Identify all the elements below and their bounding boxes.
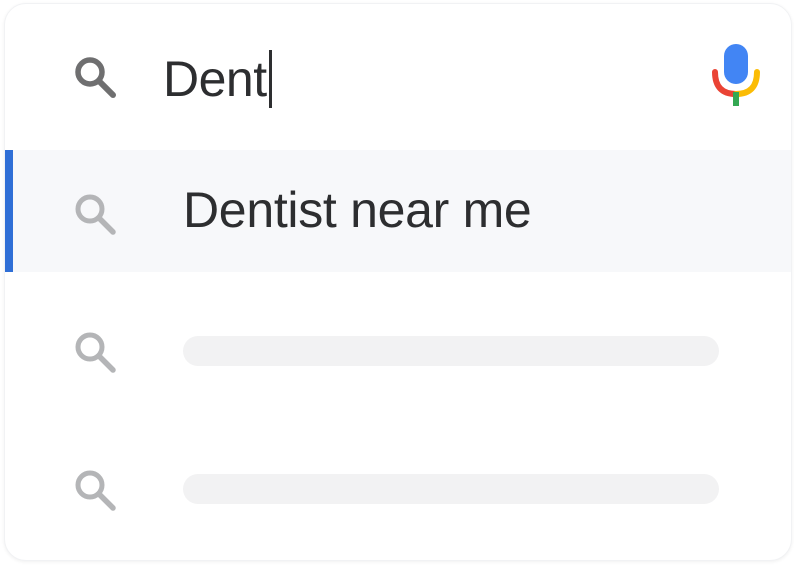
suggestion-placeholder: [183, 474, 719, 504]
search-bar[interactable]: Dent: [5, 4, 791, 150]
suggestion-item[interactable]: [5, 286, 791, 408]
search-icon: [71, 190, 119, 238]
suggestion-label: Dentist near me: [183, 182, 532, 238]
suggestion-item[interactable]: Dentist near me: [5, 150, 791, 272]
search-icon: [71, 53, 119, 101]
suggestion-placeholder: [183, 336, 719, 366]
search-input[interactable]: Dent: [163, 48, 272, 110]
text-caret: [268, 50, 272, 108]
microphone-icon[interactable]: [709, 42, 763, 108]
search-card: Dent Dentist near me: [4, 3, 792, 561]
selection-indicator: [5, 150, 13, 272]
search-icon: [71, 466, 119, 514]
search-query-text: Dent: [163, 51, 267, 107]
suggestion-item[interactable]: [5, 424, 791, 546]
search-icon: [71, 328, 119, 376]
